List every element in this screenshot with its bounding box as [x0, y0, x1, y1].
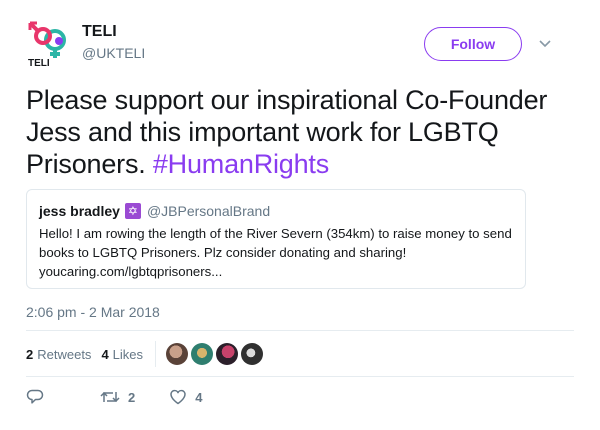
- tweet-stats: 2 Retweets 4 Likes: [26, 341, 266, 367]
- avatar[interactable]: [166, 343, 189, 365]
- tweet-header: TELI TELI @UKTELI Follow: [0, 0, 600, 80]
- quoted-author-name: jess bradley: [39, 203, 120, 219]
- divider: [26, 330, 574, 331]
- tweet-timestamp[interactable]: 2:06 pm - 2 Mar 2018: [26, 304, 160, 320]
- heart-icon: [170, 389, 186, 405]
- avatar[interactable]: [241, 343, 264, 365]
- retweets-label: Retweets: [37, 346, 92, 362]
- quoted-link[interactable]: youcaring.com/lgbtqprisoners...: [39, 264, 222, 279]
- quoted-tweet-text: Hello! I am rowing the length of the Riv…: [39, 224, 513, 281]
- reply-button[interactable]: [26, 388, 44, 406]
- avatar[interactable]: [191, 343, 214, 365]
- tweet-text: Please support our inspirational Co-Foun…: [26, 84, 574, 180]
- retweet-icon: [100, 391, 120, 403]
- likes-stat[interactable]: 4 Likes: [101, 347, 143, 362]
- reply-icon: [26, 389, 44, 404]
- likes-label: Likes: [112, 346, 144, 362]
- teli-logo[interactable]: TELI: [26, 20, 74, 68]
- retweets-count: 2: [26, 346, 34, 362]
- quoted-text: Hello! I am rowing the length of the Riv…: [39, 226, 512, 260]
- like-count: 4: [195, 389, 203, 405]
- avatar[interactable]: [216, 343, 239, 365]
- likes-count: 4: [101, 346, 109, 362]
- logo-text: TELI: [28, 58, 50, 68]
- like-button[interactable]: 4: [169, 388, 202, 406]
- hashtag-link[interactable]: #HumanRights: [153, 149, 329, 179]
- quoted-author-handle: @JBPersonalBrand: [146, 203, 271, 219]
- stats-separator: [155, 341, 157, 367]
- quoted-tweet[interactable]: jess bradley ✡ @JBPersonalBrand Hello! I…: [26, 189, 526, 289]
- star-of-david-icon: ✡: [124, 203, 141, 219]
- retweet-count: 2: [128, 389, 136, 405]
- tweet-actions: 2 4: [26, 386, 202, 408]
- chevron-down-icon[interactable]: [538, 37, 552, 51]
- account-name[interactable]: TELI: [82, 23, 117, 41]
- liker-avatars: [166, 343, 266, 365]
- account-handle[interactable]: @UKTELI: [82, 45, 145, 61]
- retweet-button[interactable]: 2: [100, 388, 135, 406]
- divider: [26, 376, 574, 377]
- follow-button[interactable]: Follow: [424, 27, 522, 61]
- retweets-stat[interactable]: 2 Retweets: [26, 347, 91, 362]
